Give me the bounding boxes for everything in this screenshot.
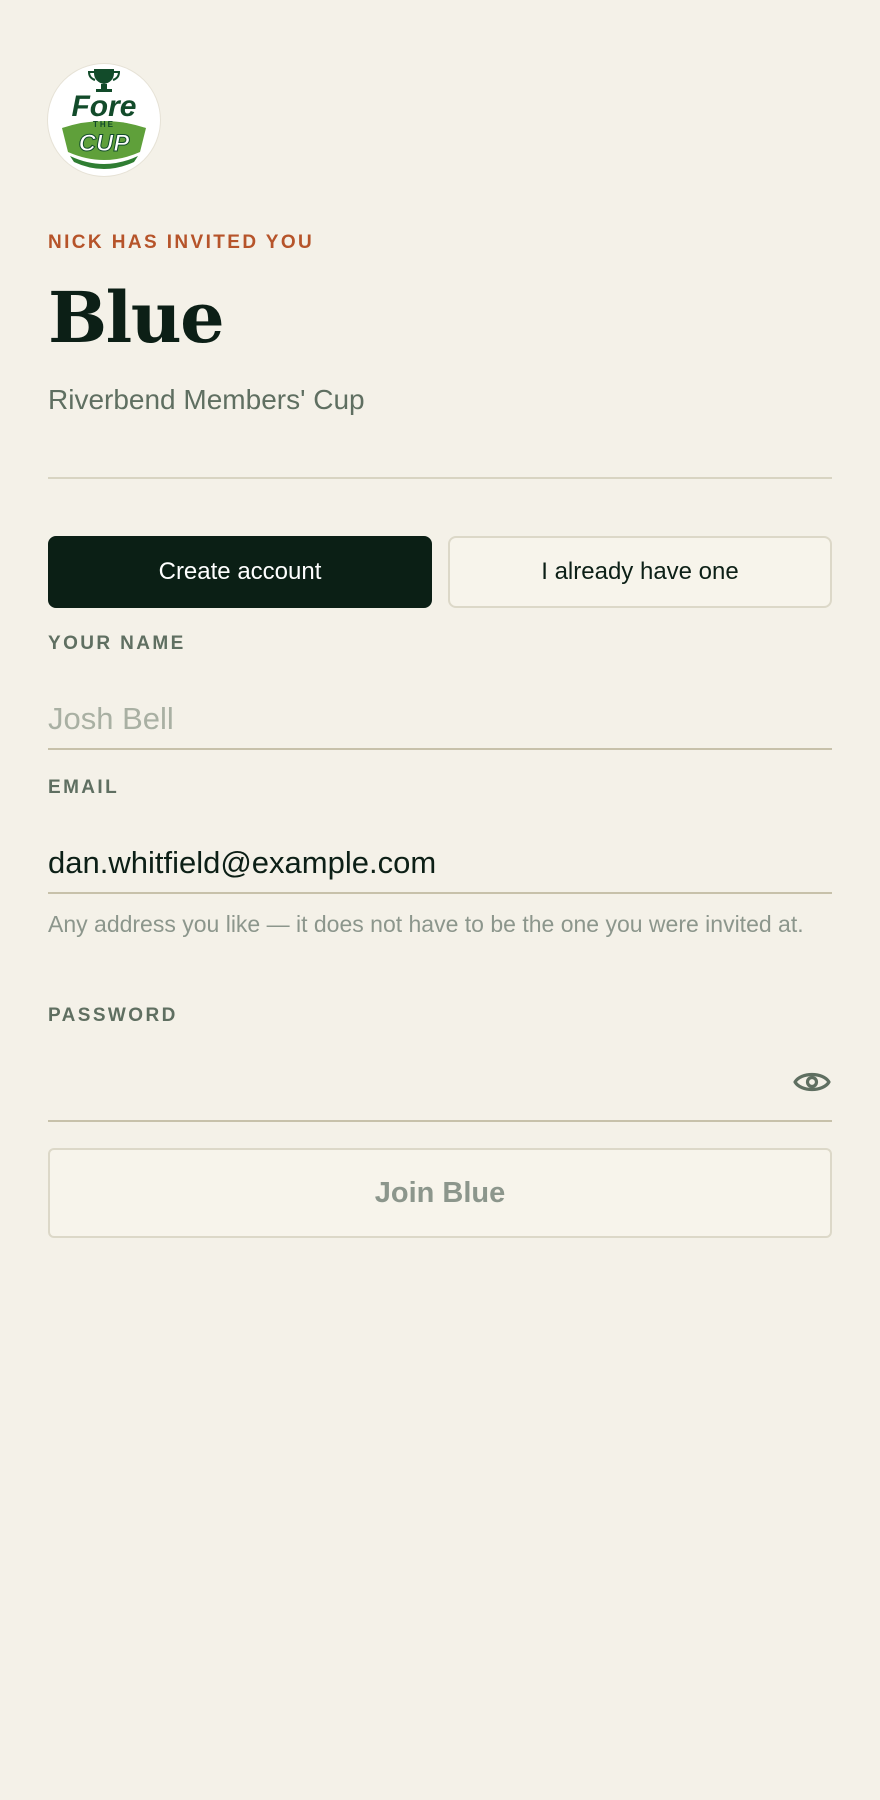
name-input[interactable] — [48, 690, 832, 750]
create-account-button[interactable]: Create account — [48, 536, 432, 608]
fore-the-cup-logo-icon: Fore THE CUP — [48, 64, 160, 176]
logo-text-top: Fore — [71, 90, 136, 123]
logo-text-mid: THE — [93, 120, 115, 129]
password-label: PASSWORD — [48, 1005, 178, 1026]
email-hint: Any address you like — it does not have … — [48, 911, 804, 937]
divider — [48, 477, 832, 479]
invite-eyebrow: NICK HAS INVITED YOU — [48, 232, 315, 253]
show-password-toggle[interactable] — [792, 1062, 832, 1102]
page-title: Blue — [48, 276, 225, 359]
email-input[interactable] — [48, 834, 832, 894]
event-name: Riverbend Members' Cup — [48, 384, 365, 415]
name-label: YOUR NAME — [48, 633, 186, 654]
join-team-button[interactable]: Join Blue — [48, 1148, 832, 1238]
logo-text-bottom: CUP — [79, 130, 131, 157]
logo-graphic: Fore THE CUP — [50, 66, 158, 174]
password-input[interactable] — [48, 1062, 832, 1122]
email-label: EMAIL — [48, 777, 120, 798]
existing-account-button[interactable]: I already have one — [448, 536, 832, 608]
eye-icon — [793, 1072, 831, 1092]
